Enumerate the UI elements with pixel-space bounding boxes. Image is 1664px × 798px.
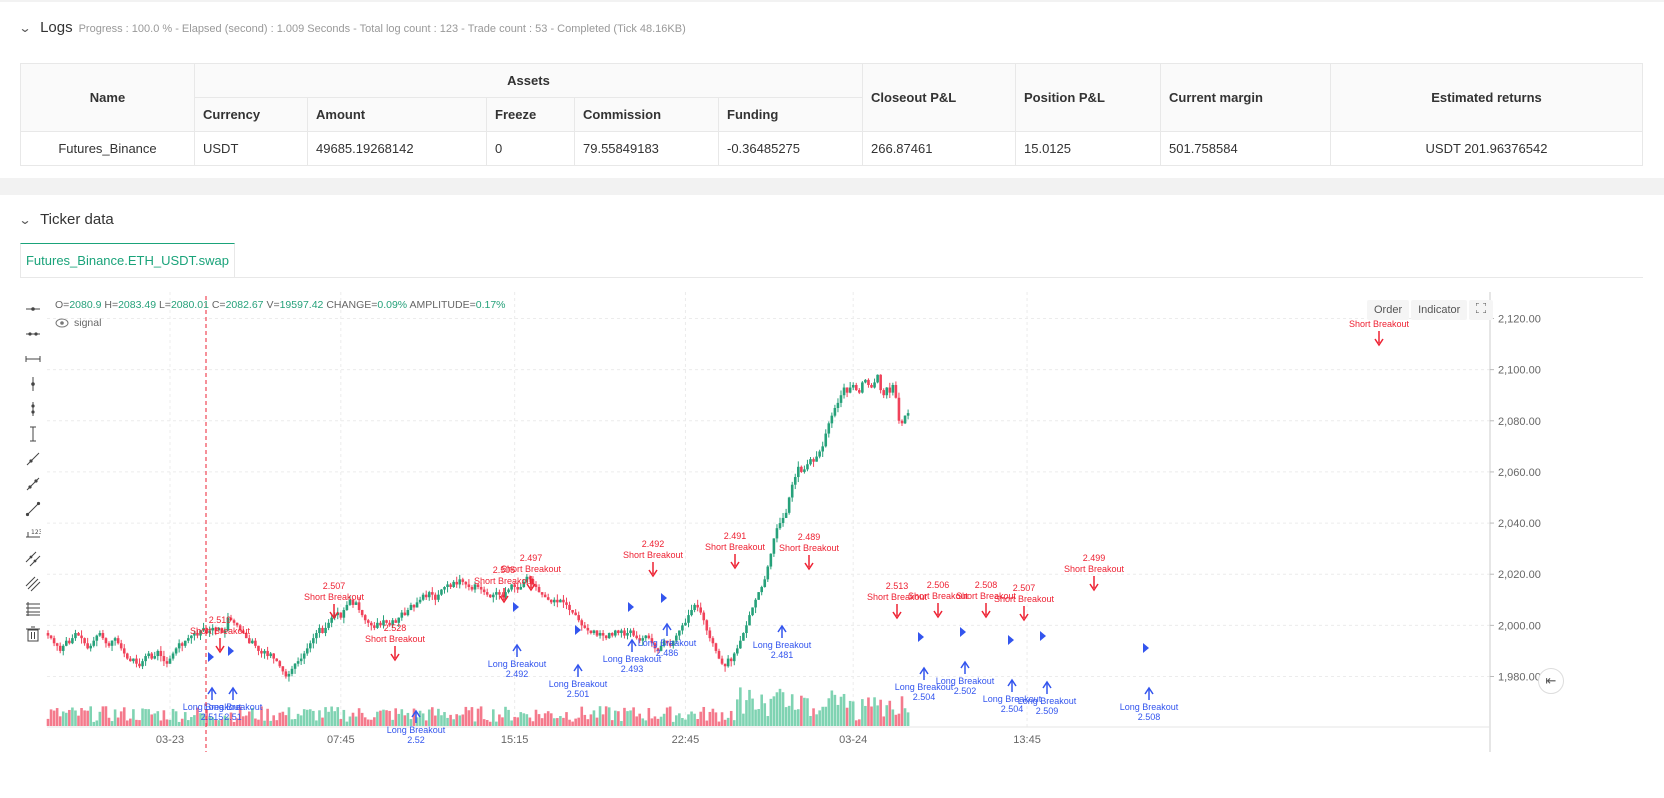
col-header-commission: Commission — [574, 97, 719, 132]
col-header-amount: Amount — [307, 97, 487, 132]
cell-margin: 501.758584 — [1160, 131, 1331, 166]
cell-closeout: 266.87461 — [862, 131, 1016, 166]
tab-divider — [20, 277, 1643, 278]
trend-line-icon[interactable] — [22, 496, 44, 521]
collapse-chevron-icon[interactable]: ⌄ — [18, 21, 31, 35]
cell-returns: USDT 201.96376542 — [1330, 131, 1643, 166]
cell-commission: 79.55849183 — [574, 131, 719, 166]
pitchfork-icon[interactable] — [22, 571, 44, 596]
ohlc-change-label: CHANGE= — [326, 299, 378, 311]
vertical-ray-icon[interactable] — [22, 371, 44, 396]
ohlc-amplitude-label: AMPLITUDE= — [409, 299, 476, 311]
drawing-toolbar: 123 — [22, 296, 44, 646]
ohlc-high: 2083.49 — [118, 299, 157, 311]
table-header-row: Name Assets Closeout P&L Position P&L Cu… — [20, 63, 1643, 132]
col-header-freeze: Freeze — [486, 97, 575, 132]
table-row: Futures_Binance USDT 49685.19268142 0 79… — [20, 131, 1643, 166]
fullscreen-icon[interactable] — [1469, 300, 1494, 320]
col-header-position: Position P&L — [1015, 63, 1161, 132]
logs-title: Logs — [40, 19, 73, 36]
logs-header[interactable]: ⌄ Logs Progress : 100.0 % - Elapsed (sec… — [18, 19, 686, 36]
horizontal-segment-icon[interactable] — [22, 321, 44, 346]
col-header-margin: Current margin — [1160, 63, 1331, 132]
svg-text:123: 123 — [31, 529, 41, 536]
col-header-name: Name — [20, 63, 195, 132]
tab-eth-usdt-swap[interactable]: Futures_Binance.ETH_USDT.swap — [20, 243, 235, 277]
ohlc-amplitude: 0.17% — [475, 299, 506, 311]
col-group-assets: Assets — [194, 63, 863, 98]
indicator-legend[interactable]: signal — [55, 317, 101, 329]
ohlc-high-label: H= — [104, 299, 119, 311]
ticker-header[interactable]: ⌄ Ticker data — [18, 211, 114, 228]
parallel-channel-icon[interactable] — [22, 546, 44, 571]
indicator-button[interactable]: Indicator — [1411, 300, 1468, 320]
col-header-funding: Funding — [718, 97, 863, 132]
cell-position: 15.0125 — [1015, 131, 1161, 166]
trend-ray-icon[interactable] — [22, 446, 44, 471]
ticker-title: Ticker data — [40, 211, 114, 228]
col-header-currency: Currency — [194, 97, 308, 132]
price-label-icon[interactable]: 123 — [22, 521, 44, 546]
scroll-to-latest-icon[interactable]: ⇤ — [1538, 668, 1564, 694]
vertical-line-icon[interactable] — [22, 421, 44, 446]
ohlc-close: 2082.67 — [225, 299, 264, 311]
cell-funding: -0.36485275 — [718, 131, 863, 166]
cell-name: Futures_Binance — [20, 131, 195, 166]
ohlc-low-label: L= — [158, 299, 171, 311]
trend-segment-icon[interactable] — [22, 471, 44, 496]
ohlc-volume-label: V= — [266, 299, 280, 311]
ticker-panel: ⌄ Ticker data — [0, 195, 1664, 798]
cell-amount: 49685.19268142 — [307, 131, 487, 166]
ohlc-low: 2080.01 — [170, 299, 209, 311]
ohlc-open: 2080.9 — [69, 299, 102, 311]
col-header-closeout: Closeout P&L — [862, 63, 1016, 132]
ohlc-legend: O=2080.9 H=2083.49 L=2080.01 C=2082.67 V… — [55, 299, 506, 311]
collapse-chevron-icon[interactable]: ⌄ — [18, 213, 31, 227]
horizontal-line-icon[interactable] — [22, 346, 44, 371]
ohlc-volume: 19597.42 — [279, 299, 324, 311]
cell-freeze: 0 — [486, 131, 575, 166]
indicator-name: signal — [74, 317, 102, 329]
assets-table: Name Assets Closeout P&L Position P&L Cu… — [20, 63, 1643, 166]
cell-currency: USDT — [194, 131, 308, 166]
logs-panel: ⌄ Logs Progress : 100.0 % - Elapsed (sec… — [0, 2, 1664, 178]
horizontal-ray-icon[interactable] — [22, 296, 44, 321]
eye-icon[interactable] — [55, 318, 69, 328]
trash-icon[interactable] — [22, 621, 44, 646]
ohlc-change: 0.09% — [377, 299, 408, 311]
chart-controls: Order Indicator — [1367, 300, 1495, 320]
ohlc-open-label: O= — [55, 299, 70, 311]
order-button[interactable]: Order — [1367, 300, 1410, 320]
logs-status-text: Progress : 100.0 % - Elapsed (second) : … — [78, 23, 686, 35]
ohlc-close-label: C= — [211, 299, 226, 311]
fibonacci-icon[interactable] — [22, 596, 44, 621]
vertical-segment-icon[interactable] — [22, 396, 44, 421]
col-header-returns: Estimated returns — [1330, 63, 1643, 132]
